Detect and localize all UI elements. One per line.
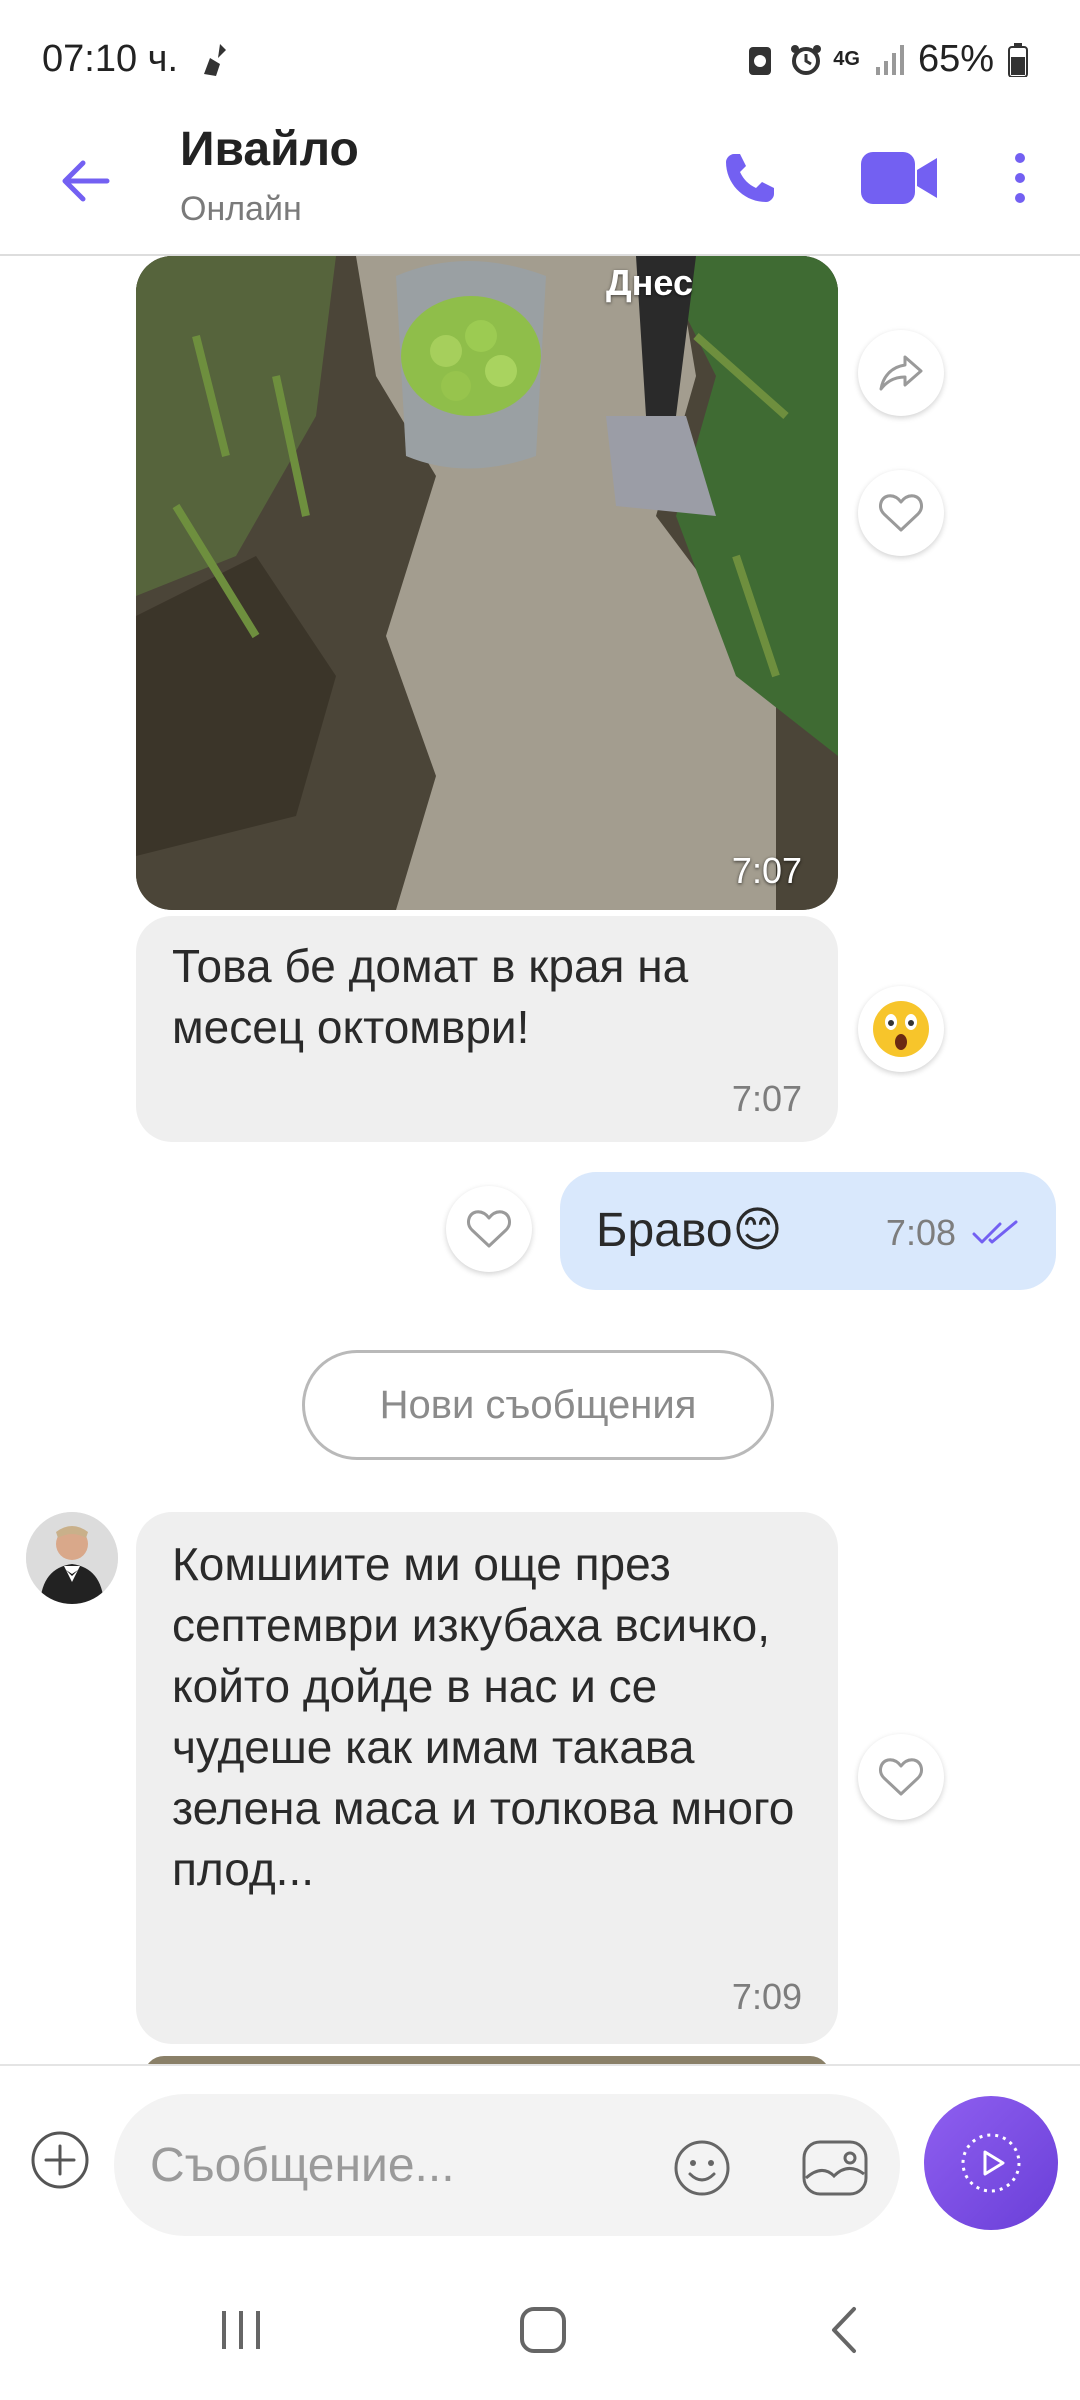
message-text: Комшиите ми още през септември изкубаха … — [172, 1538, 795, 1895]
message-time: 7:07 — [731, 1078, 802, 1119]
forward-arrow-icon — [879, 355, 923, 391]
reaction-button[interactable] — [858, 986, 944, 1072]
chat-messages-area[interactable]: Днес 7:07 Това бе домат в края на месец … — [0, 256, 1080, 2064]
back-button[interactable] — [50, 146, 120, 216]
avatar-photo — [26, 1512, 118, 1604]
emoji-button[interactable] — [670, 2136, 734, 2200]
battery-saver-icon — [745, 43, 775, 77]
battery-icon — [1008, 42, 1038, 78]
heart-outline-icon — [467, 1210, 511, 1248]
incoming-message[interactable]: Комшиите ми още през септември изкубаха … — [136, 1512, 838, 2044]
system-navigation-bar — [0, 2260, 1080, 2400]
garden-photo — [136, 256, 838, 910]
recent-apps-button[interactable] — [206, 2298, 276, 2362]
nav-back-button[interactable] — [810, 2298, 880, 2362]
astonished-face-icon — [873, 1001, 929, 1057]
status-icons: 4G 65% — [745, 38, 1038, 81]
voice-video-message-button[interactable] — [924, 2096, 1058, 2230]
message-like-button[interactable] — [858, 1734, 944, 1820]
more-vertical-icon — [1015, 153, 1025, 203]
battery-percentage: 65% — [917, 38, 994, 80]
attach-button[interactable] — [28, 2128, 92, 2192]
message-time: 7:09 — [731, 1976, 802, 2017]
arrow-left-icon — [62, 160, 110, 202]
photo-message[interactable]: Днес 7:07 — [136, 256, 838, 910]
photo-timestamp: 7:07 — [731, 850, 802, 891]
network-type: 4G — [833, 48, 860, 70]
home-square-icon — [520, 2307, 566, 2353]
recents-icon — [222, 2311, 260, 2349]
message-placeholder: Съобщение... — [150, 2139, 455, 2192]
message-input[interactable]: Съобщение... — [114, 2094, 900, 2236]
contact-status: Онлайн — [180, 190, 302, 228]
heart-outline-icon — [879, 494, 923, 532]
play-circle-dashed-icon — [961, 2133, 1021, 2193]
message-time: 7:08 — [885, 1212, 956, 1253]
message-composer: Съобщение... — [0, 2064, 1080, 2262]
status-time: 07:10 ч. — [42, 38, 179, 80]
next-photo-message[interactable] — [144, 2056, 830, 2064]
message-text: Браво😊 — [596, 1204, 783, 1257]
signal-icon — [874, 43, 904, 77]
phone-icon — [726, 154, 774, 202]
plus-circle-icon — [31, 2131, 89, 2189]
chevron-left-icon — [832, 2307, 856, 2353]
contact-name[interactable]: Ивайло — [180, 122, 359, 177]
day-separator-label: Днес — [606, 262, 693, 303]
smiley-icon — [674, 2140, 730, 2196]
photo-like-button[interactable] — [858, 470, 944, 556]
double-check-read-icon — [970, 1220, 1022, 1251]
new-messages-separator: Нови съобщения — [302, 1350, 774, 1460]
video-call-button[interactable] — [850, 138, 950, 218]
cleaning-broom-icon — [196, 40, 236, 85]
image-gallery-icon — [802, 2140, 868, 2196]
outgoing-message[interactable]: Браво😊 7:08 — [560, 1172, 1056, 1290]
chat-header: Ивайло Онлайн — [0, 120, 1080, 256]
gallery-button[interactable] — [800, 2136, 870, 2200]
message-text: Това бе домат в края на месец октомври! — [172, 940, 689, 1053]
avatar[interactable] — [26, 1512, 118, 1604]
heart-outline-icon — [879, 1758, 923, 1796]
status-bar: 07:10 ч. 4G 65% — [0, 0, 1080, 120]
incoming-message[interactable]: Това бе домат в края на месец октомври! … — [136, 916, 838, 1142]
call-button[interactable] — [710, 138, 790, 218]
more-options-button[interactable] — [1000, 138, 1040, 218]
alarm-icon — [789, 43, 822, 77]
video-camera-icon — [861, 152, 937, 204]
home-button[interactable] — [508, 2298, 578, 2362]
outgoing-like-button[interactable] — [446, 1186, 532, 1272]
share-button[interactable] — [858, 330, 944, 416]
